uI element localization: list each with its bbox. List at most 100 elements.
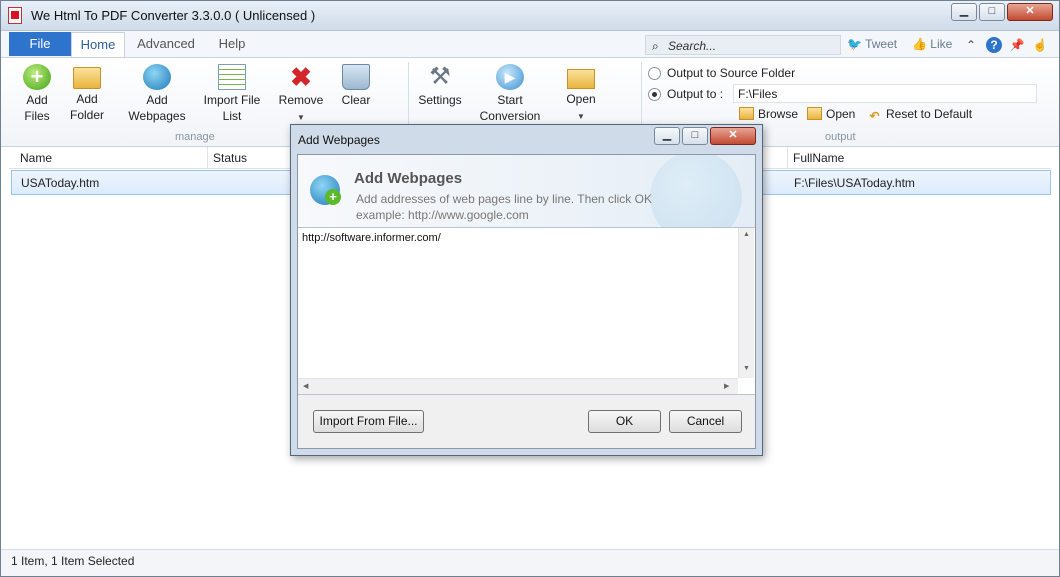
chevron-down-icon: ▼: [297, 113, 305, 122]
url-text: http://software.informer.com/: [302, 232, 441, 244]
browse-button[interactable]: Browse: [739, 107, 798, 121]
dialog-minimize-button[interactable]: ▁: [654, 127, 680, 145]
vertical-scrollbar[interactable]: ▲ ▼: [738, 228, 754, 378]
add-webpages-dialog: Add Webpages ▁ □ ✕ Add Webpages Add addr…: [290, 124, 763, 456]
dialog-description: Add addresses of web pages line by line.…: [356, 192, 652, 222]
search-placeholder: Search...: [668, 39, 717, 53]
cell-name: USAToday.htm: [21, 176, 100, 190]
remove-x-icon: ✖: [290, 62, 312, 92]
scroll-left-icon[interactable]: ◀: [303, 382, 308, 390]
column-name[interactable]: Name: [20, 151, 52, 165]
undo-arrow-icon: ↶: [869, 109, 880, 123]
output-group-label: output: [825, 131, 856, 143]
bird-icon: 🐦: [847, 37, 862, 51]
basket-icon: [342, 64, 370, 90]
dialog-close-button[interactable]: ✕: [710, 127, 756, 145]
settings-button[interactable]: ⚒ Settings: [415, 64, 465, 108]
tab-help[interactable]: Help: [209, 32, 255, 57]
import-file-list-label: Import File List: [203, 93, 261, 123]
scroll-down-icon[interactable]: ▼: [743, 365, 750, 372]
like-label: Like: [930, 37, 953, 51]
import-file-list-button[interactable]: Import File List: [199, 64, 265, 124]
browse-label: Browse: [758, 107, 799, 121]
chevron-down-icon: ▼: [577, 112, 585, 121]
clear-button[interactable]: Clear: [337, 64, 375, 108]
like-link[interactable]: 👍 Like: [912, 37, 952, 51]
column-status[interactable]: Status: [213, 151, 247, 165]
title-bar: We Html To PDF Converter 3.3.0.0 ( Unlic…: [1, 1, 1059, 31]
ok-button[interactable]: OK: [588, 410, 661, 433]
add-folder-label: Add Folder: [69, 92, 104, 122]
start-conversion-label: Start Conversion: [479, 93, 541, 123]
browse-folder-icon: [739, 107, 754, 120]
open-label: Open: [566, 92, 596, 106]
add-folder-button[interactable]: Add Folder: [65, 64, 109, 123]
globe-watermark-icon: [650, 155, 742, 227]
import-from-file-button[interactable]: Import From File...: [313, 410, 424, 433]
tab-home[interactable]: Home: [71, 32, 125, 57]
pin-icon[interactable]: 📌: [1009, 37, 1025, 53]
url-textarea[interactable]: http://software.informer.com/ ▲ ▼ ◀ ▶: [298, 227, 755, 395]
tools-icon: ⚒: [429, 63, 451, 90]
add-files-label: Add Files: [24, 93, 50, 123]
start-conversion-button[interactable]: ▶ Start Conversion: [477, 64, 543, 124]
window-title: We Html To PDF Converter 3.3.0.0 ( Unlic…: [31, 8, 316, 23]
globe-icon: [143, 64, 171, 90]
add-files-button[interactable]: + Add Files: [19, 64, 55, 124]
tab-advanced[interactable]: Advanced: [131, 32, 201, 57]
manage-group-label: manage: [175, 131, 215, 143]
help-icon[interactable]: ?: [986, 37, 1002, 53]
list-icon: [218, 64, 246, 90]
clear-label: Clear: [341, 93, 371, 107]
collapse-ribbon-icon[interactable]: ⌃: [963, 37, 979, 53]
add-files-icon: +: [23, 64, 51, 90]
ribbon-tabs: File Home Advanced Help ⌕ Search... 🐦 Tw…: [1, 31, 1059, 57]
open-button[interactable]: Open ▼: [561, 64, 601, 125]
reset-label: Reset to Default: [886, 107, 973, 121]
close-button[interactable]: ✕: [1007, 3, 1053, 21]
folder-icon: [73, 67, 101, 89]
horizontal-scrollbar[interactable]: ◀ ▶: [298, 378, 738, 394]
cancel-button[interactable]: Cancel: [669, 410, 742, 433]
add-webpages-label: Add Webpages: [128, 93, 186, 123]
app-pdf-icon: [8, 7, 22, 24]
scroll-right-icon[interactable]: ▶: [724, 382, 729, 390]
output-source-label: Output to Source Folder: [667, 66, 796, 80]
add-webpage-globe-icon: [310, 175, 341, 205]
open-output-button[interactable]: Open: [807, 107, 855, 121]
search-icon: ⌕: [652, 39, 659, 53]
output-source-radio[interactable]: [648, 67, 661, 80]
cell-fullname: F:\Files\USAToday.htm: [794, 176, 915, 190]
output-to-radio[interactable]: [648, 88, 661, 101]
tab-file[interactable]: File: [9, 32, 71, 56]
tweet-link[interactable]: 🐦 Tweet: [847, 37, 897, 51]
minimize-button[interactable]: ▁: [951, 3, 977, 21]
dialog-header: Add Webpages Add addresses of web pages …: [298, 155, 755, 227]
column-divider[interactable]: [787, 147, 788, 169]
settings-label: Settings: [418, 93, 462, 107]
dialog-body: Add Webpages Add addresses of web pages …: [297, 154, 756, 449]
pointer-hand-icon[interactable]: ☝: [1032, 37, 1048, 53]
open-folder-icon: [567, 69, 595, 89]
open-folder-icon: [807, 107, 822, 120]
scroll-up-icon[interactable]: ▲: [743, 231, 750, 238]
column-fullname[interactable]: FullName: [793, 151, 844, 165]
remove-label: Remove: [278, 93, 324, 107]
remove-button[interactable]: ✖ Remove ▼: [277, 64, 325, 126]
output-to-label: Output to :: [667, 87, 724, 101]
column-divider[interactable]: [207, 147, 208, 169]
tweet-label: Tweet: [865, 37, 898, 51]
dialog-heading: Add Webpages: [354, 170, 463, 187]
reset-default-button[interactable]: ↶ Reset to Default: [867, 107, 972, 123]
add-webpages-button[interactable]: Add Webpages: [125, 64, 189, 124]
play-icon: ▶: [496, 64, 524, 90]
dialog-maximize-button[interactable]: □: [682, 127, 708, 145]
search-input[interactable]: ⌕ Search...: [645, 35, 841, 55]
status-bar: 1 Item, 1 Item Selected: [1, 549, 1059, 576]
dialog-title: Add Webpages: [298, 133, 380, 147]
status-text: 1 Item, 1 Item Selected: [11, 554, 135, 568]
output-path-field[interactable]: F:\Files: [733, 84, 1037, 103]
maximize-button[interactable]: □: [979, 3, 1005, 21]
thumbs-up-icon: 👍: [912, 37, 927, 51]
open-output-label: Open: [826, 107, 856, 121]
